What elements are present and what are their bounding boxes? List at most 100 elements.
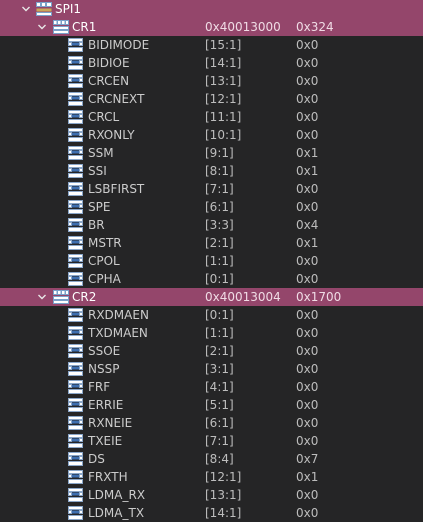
field-bits: [9:1]	[205, 146, 234, 160]
field-row[interactable]: SSI [8:1] 0x1	[0, 162, 423, 180]
field-name: SSI	[88, 164, 107, 178]
field-value: 0x7	[296, 452, 319, 466]
field-row[interactable]: LSBFIRST [7:1] 0x0	[0, 180, 423, 198]
register-row-cr1[interactable]: CR1 0x40013000 0x324	[0, 18, 423, 36]
peripheral-row-spi1[interactable]: SPI1	[0, 0, 423, 18]
register-value: 0x1700	[296, 290, 342, 304]
field-value: 0x0	[296, 380, 319, 394]
field-row[interactable]: CPOL [1:1] 0x0	[0, 252, 423, 270]
field-icon	[68, 416, 83, 430]
field-name: BR	[88, 218, 105, 232]
chevron-down-icon[interactable]	[36, 18, 48, 36]
field-row[interactable]: BIDIOE [14:1] 0x0	[0, 54, 423, 72]
field-row[interactable]: BIDIMODE [15:1] 0x0	[0, 36, 423, 54]
field-name: MSTR	[88, 236, 122, 250]
field-value: 0x0	[296, 200, 319, 214]
field-row[interactable]: CRCL [11:1] 0x0	[0, 108, 423, 126]
field-icon	[68, 344, 83, 358]
field-row[interactable]: SSM [9:1] 0x1	[0, 144, 423, 162]
field-icon	[68, 182, 83, 196]
field-row[interactable]: DS [8:4] 0x7	[0, 450, 423, 468]
field-name: BIDIMODE	[88, 38, 150, 52]
field-icon	[68, 488, 83, 502]
field-icon	[68, 110, 83, 124]
field-icon	[68, 74, 83, 88]
field-icon	[68, 218, 83, 232]
field-value: 0x0	[296, 74, 319, 88]
register-icon	[53, 290, 69, 304]
register-row-cr2[interactable]: CR2 0x40013004 0x1700	[0, 288, 423, 306]
field-row[interactable]: CRCEN [13:1] 0x0	[0, 72, 423, 90]
field-row[interactable]: TXEIE [7:1] 0x0	[0, 432, 423, 450]
field-name: CPHA	[88, 272, 121, 286]
field-icon	[68, 380, 83, 394]
field-icon	[68, 272, 83, 286]
field-value: 0x0	[296, 56, 319, 70]
field-bits: [1:1]	[205, 254, 234, 268]
field-name: DS	[88, 452, 105, 466]
field-name: RXNEIE	[88, 416, 133, 430]
register-name: CR2	[72, 290, 97, 304]
field-row[interactable]: BR [3:3] 0x4	[0, 216, 423, 234]
chevron-down-icon[interactable]	[36, 288, 48, 306]
field-icon	[68, 506, 83, 520]
field-name: TXEIE	[88, 434, 123, 448]
field-bits: [6:1]	[205, 200, 234, 214]
field-value: 0x0	[296, 416, 319, 430]
field-icon	[68, 128, 83, 142]
field-row[interactable]: FRF [4:1] 0x0	[0, 378, 423, 396]
field-row[interactable]: RXDMAEN [0:1] 0x0	[0, 306, 423, 324]
register-value: 0x324	[296, 20, 334, 34]
field-bits: [12:1]	[205, 470, 242, 484]
field-value: 0x0	[296, 272, 319, 286]
field-icon	[68, 92, 83, 106]
field-bits: [5:1]	[205, 398, 234, 412]
field-row[interactable]: NSSP [3:1] 0x0	[0, 360, 423, 378]
field-name: SSOE	[88, 344, 121, 358]
field-row[interactable]: CPHA [0:1] 0x0	[0, 270, 423, 288]
chevron-down-icon[interactable]	[20, 0, 32, 18]
field-value: 0x0	[296, 398, 319, 412]
field-name: RXDMAEN	[88, 308, 149, 322]
field-bits: [12:1]	[205, 92, 242, 106]
field-row[interactable]: FRXTH [12:1] 0x1	[0, 468, 423, 486]
field-bits: [11:1]	[205, 110, 242, 124]
field-icon	[68, 362, 83, 376]
field-name: SPE	[88, 200, 111, 214]
field-name: LDMA_TX	[88, 506, 145, 520]
field-value: 0x4	[296, 218, 319, 232]
register-address: 0x40013000	[205, 20, 281, 34]
register-list: CR1 0x40013000 0x324 BIDIMODE [15:1] 0x0 BIDIO…	[0, 18, 423, 522]
field-value: 0x0	[296, 326, 319, 340]
field-name: CRCEN	[88, 74, 130, 88]
field-value: 0x0	[296, 128, 319, 142]
field-row[interactable]: SPE [6:1] 0x0	[0, 198, 423, 216]
field-row[interactable]: RXONLY [10:1] 0x0	[0, 126, 423, 144]
field-row[interactable]: SSOE [2:1] 0x0	[0, 342, 423, 360]
field-bits: [14:1]	[205, 56, 242, 70]
field-bits: [7:1]	[205, 434, 234, 448]
field-row[interactable]: LDMA_RX [13:1] 0x0	[0, 486, 423, 504]
field-icon	[68, 146, 83, 160]
field-name: TXDMAEN	[88, 326, 148, 340]
field-icon	[68, 470, 83, 484]
field-bits: [0:1]	[205, 272, 234, 286]
field-row[interactable]: LDMA_TX [14:1] 0x0	[0, 504, 423, 522]
field-icon	[68, 56, 83, 70]
field-row[interactable]: CRCNEXT [12:1] 0x0	[0, 90, 423, 108]
field-name: FRF	[88, 380, 111, 394]
field-row[interactable]: RXNEIE [6:1] 0x0	[0, 414, 423, 432]
field-value: 0x1	[296, 146, 319, 160]
register-name: CR1	[72, 20, 97, 34]
field-bits: [4:1]	[205, 380, 234, 394]
field-bits: [2:1]	[205, 236, 234, 250]
field-row[interactable]: MSTR [2:1] 0x1	[0, 234, 423, 252]
field-row[interactable]: ERRIE [5:1] 0x0	[0, 396, 423, 414]
field-name: BIDIOE	[88, 56, 130, 70]
field-bits: [15:1]	[205, 38, 242, 52]
field-bits: [0:1]	[205, 308, 234, 322]
field-bits: [3:3]	[205, 218, 234, 232]
field-row[interactable]: TXDMAEN [1:1] 0x0	[0, 324, 423, 342]
register-address: 0x40013004	[205, 290, 281, 304]
field-name: CRCNEXT	[88, 92, 145, 106]
